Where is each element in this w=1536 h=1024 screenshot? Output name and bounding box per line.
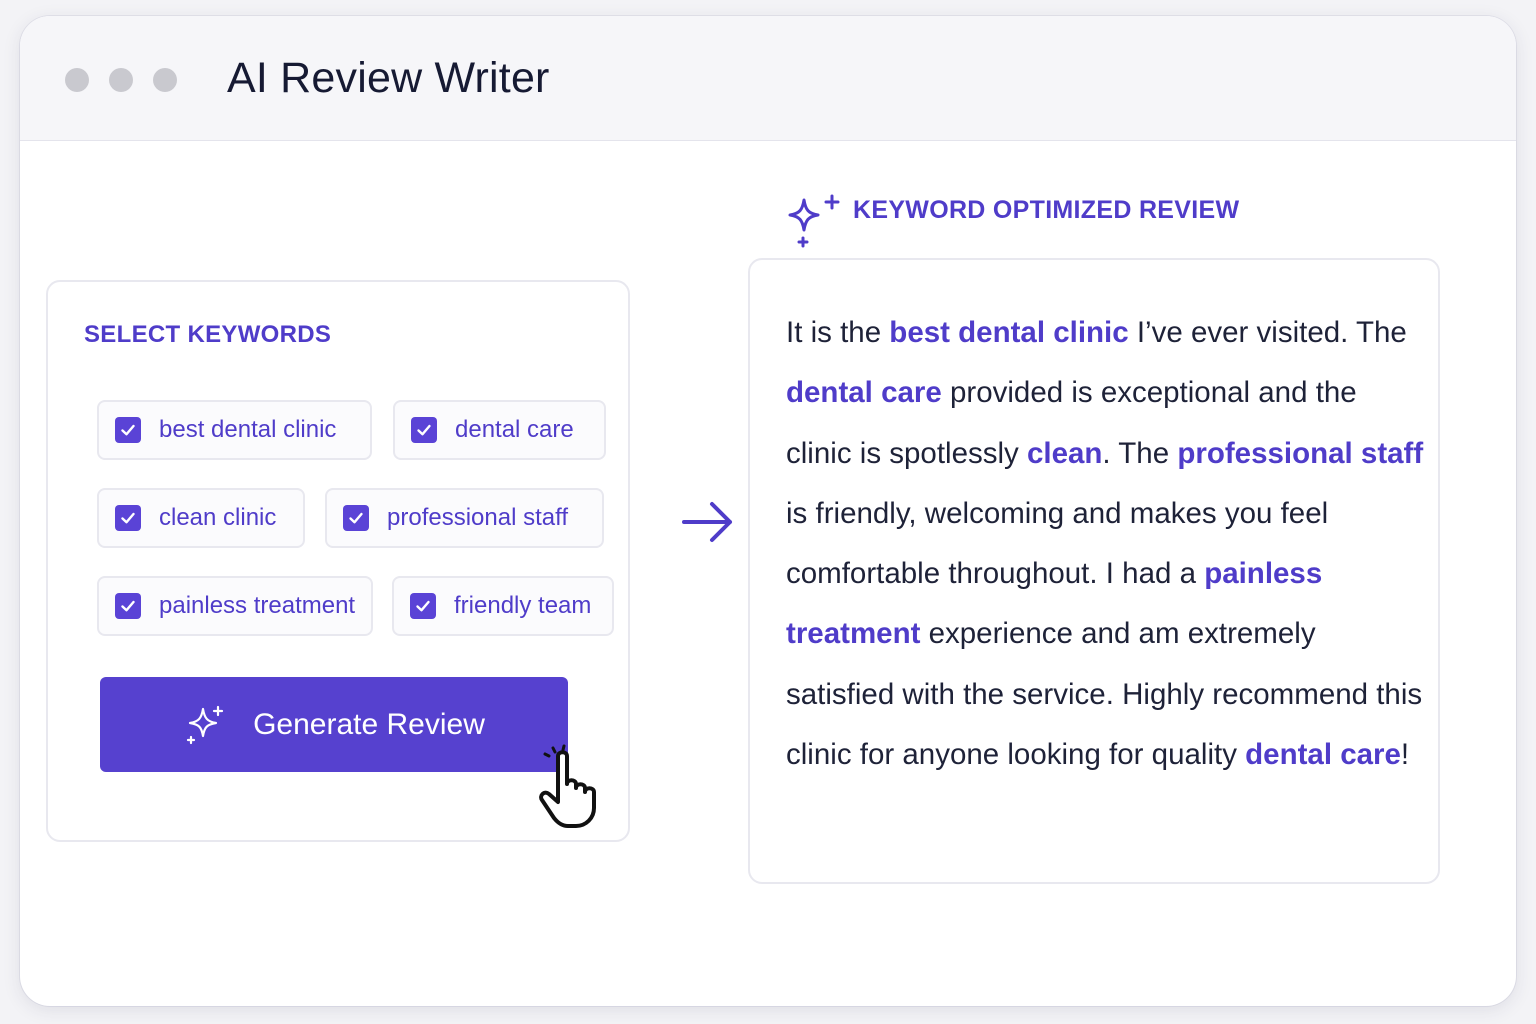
review-keyword: best dental clinic xyxy=(889,316,1129,349)
check-icon[interactable] xyxy=(343,505,369,531)
keyword-chip-dental-care[interactable]: dental care xyxy=(393,400,606,460)
keyword-label: clean clinic xyxy=(159,504,277,531)
window-close-dot[interactable] xyxy=(65,68,89,92)
review-keyword: professional staff xyxy=(1177,436,1424,470)
keyword-chip-clean-clinic[interactable]: clean clinic xyxy=(97,488,305,548)
review-panel-label: KEYWORD OPTIMIZED REVIEW xyxy=(853,196,1240,224)
hand-pointer-icon xyxy=(524,742,610,837)
keyword-chip-professional-staff[interactable]: professional staff xyxy=(325,488,604,548)
check-icon[interactable] xyxy=(115,505,141,531)
check-icon[interactable] xyxy=(411,417,437,443)
review-keyword: dental care xyxy=(1245,738,1401,772)
window-minimize-dot[interactable] xyxy=(109,68,133,92)
review-sparkle xyxy=(776,188,842,257)
keyword-label: painless treatment xyxy=(159,592,356,619)
keyword-chip-friendly-team[interactable]: friendly team xyxy=(392,576,614,636)
check-icon[interactable] xyxy=(115,417,141,443)
window-maximize-dot[interactable] xyxy=(153,68,177,92)
keyword-chip-best-dental-clinic[interactable]: best dental clinic xyxy=(97,400,372,460)
select-keywords-label: SELECT KEYWORDS xyxy=(84,321,332,348)
check-icon[interactable] xyxy=(410,593,436,619)
review-keyword: dental care xyxy=(786,376,942,410)
generate-review-button[interactable]: Generate Review xyxy=(100,677,568,772)
title-bar: AI Review Writer xyxy=(20,16,1516,141)
review-keyword: clean xyxy=(1026,436,1103,470)
keyword-label: best dental clinic xyxy=(159,416,337,443)
review-segment: It is the xyxy=(786,316,890,349)
arrow-right-icon xyxy=(662,486,736,563)
keyword-chip-painless-treatment[interactable]: painless treatment xyxy=(97,576,373,636)
keyword-label: dental care xyxy=(455,416,574,443)
check-icon[interactable] xyxy=(115,593,141,619)
generate-review-label: Generate Review xyxy=(253,707,485,741)
keyword-label: friendly team xyxy=(454,592,592,619)
review-segment: ! xyxy=(1400,738,1410,772)
review-text: It is the best dental clinic I’ve ever v… xyxy=(786,303,1426,785)
app-title: AI Review Writer xyxy=(227,54,550,102)
sparkle-icon xyxy=(776,188,842,257)
review-segment: . The xyxy=(1102,436,1178,470)
review-segment: I’ve ever visited. The xyxy=(1128,316,1407,349)
sparkle-icon xyxy=(183,703,227,747)
keyword-label: professional staff xyxy=(387,504,568,531)
